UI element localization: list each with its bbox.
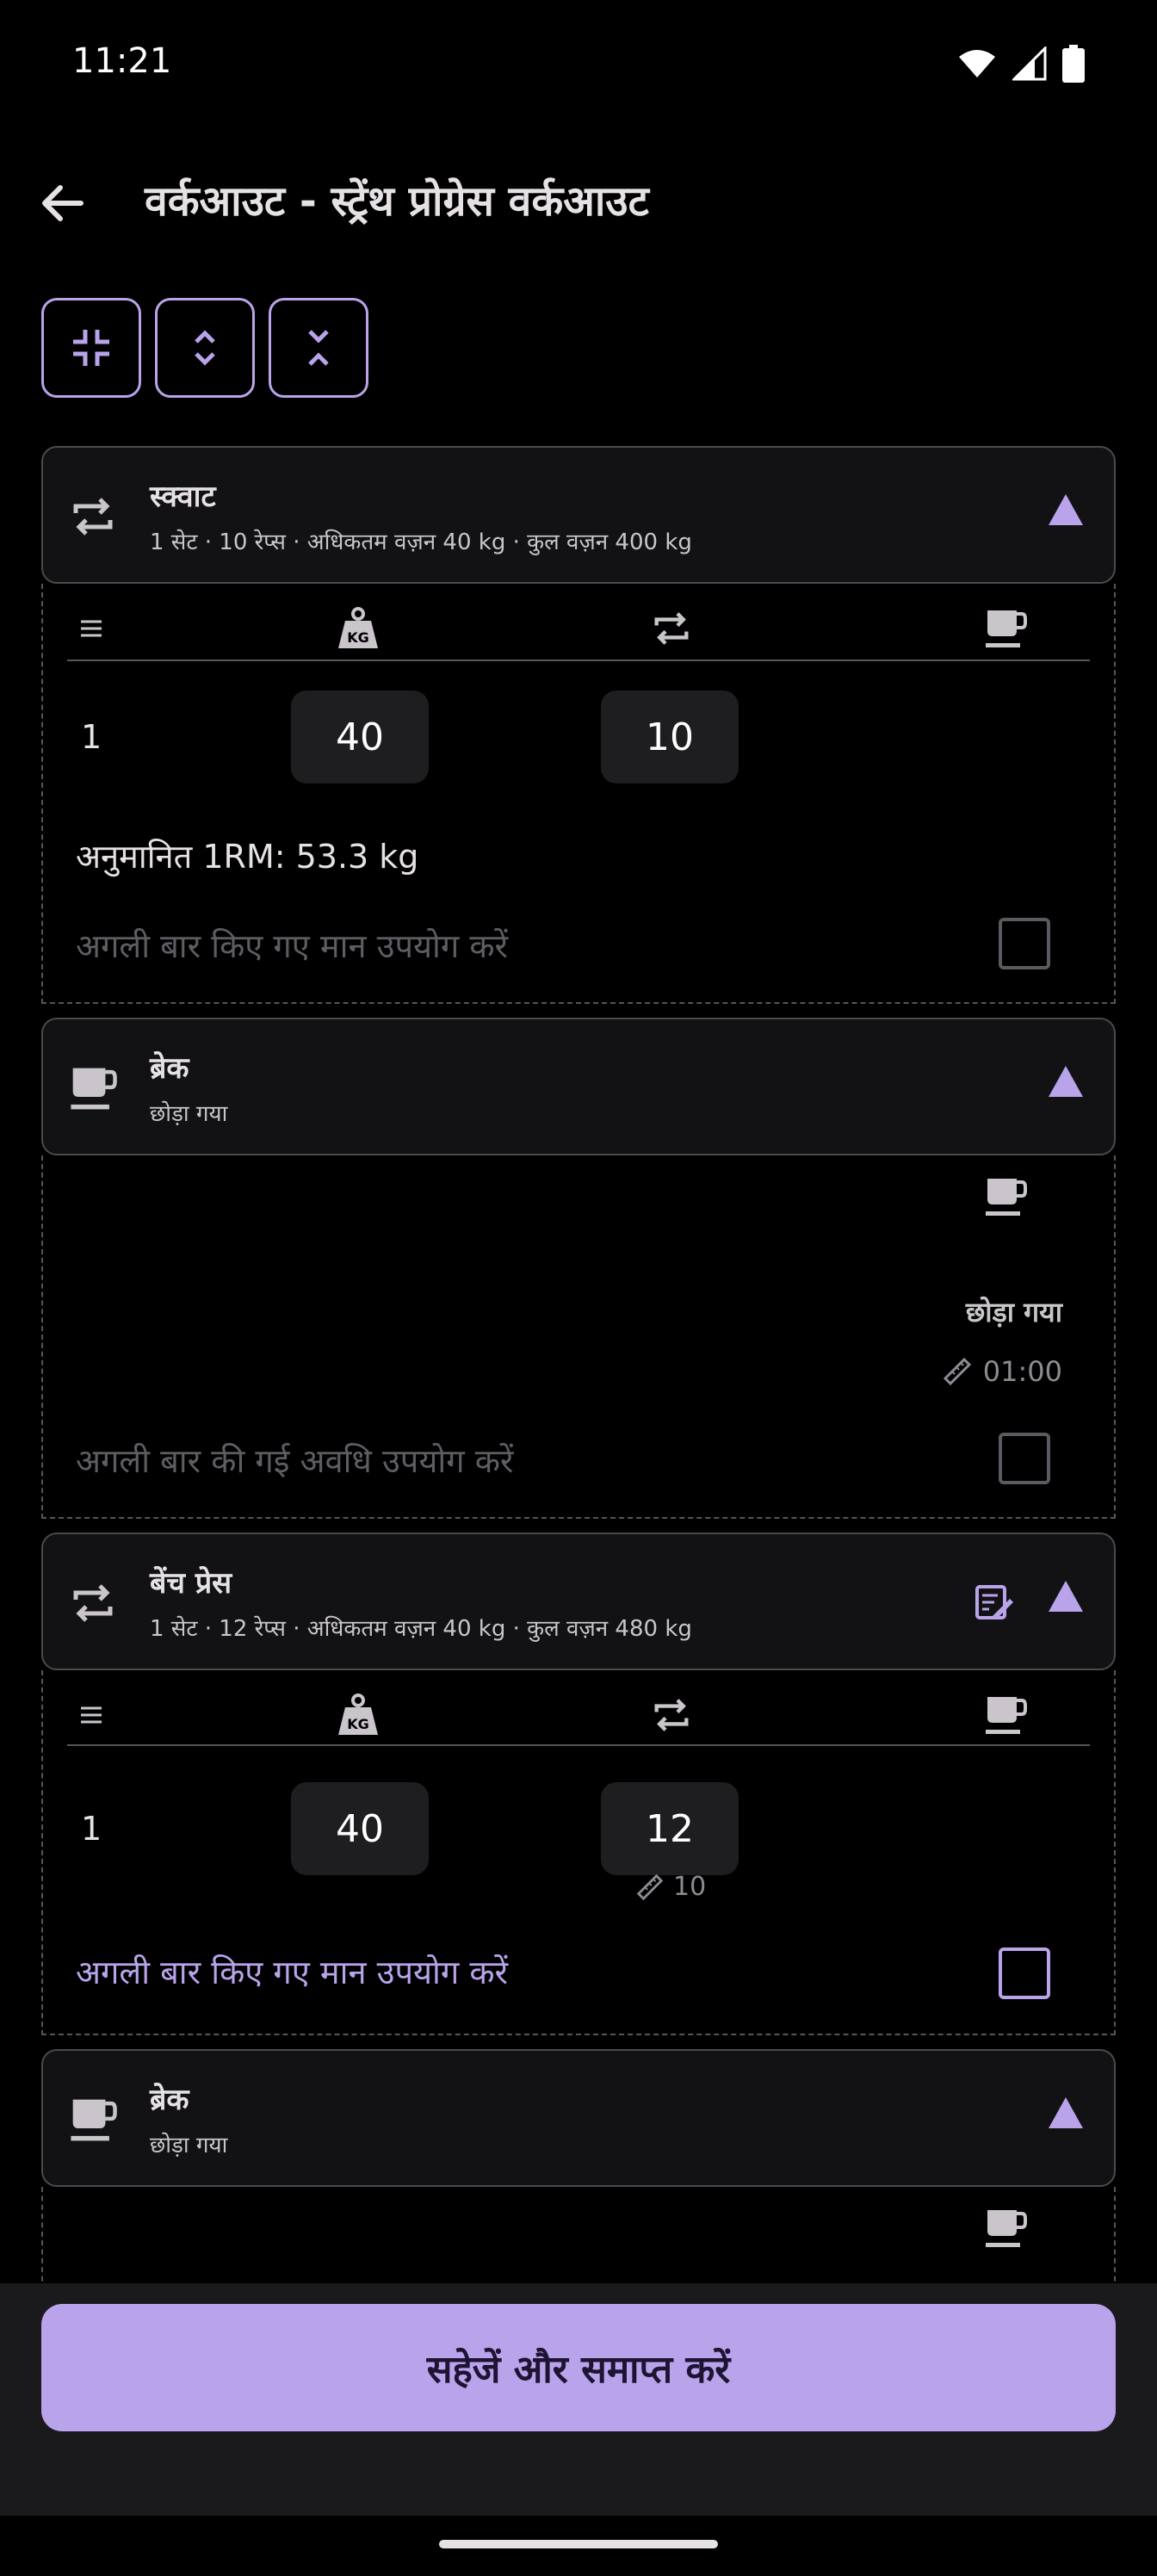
wifi-icon bbox=[959, 50, 995, 77]
break-title: ब्रेक bbox=[150, 1051, 189, 1086]
unfold-less-icon bbox=[308, 330, 329, 366]
signal-icon bbox=[1012, 46, 1047, 81]
list-icon bbox=[67, 1691, 115, 1739]
ruler-icon bbox=[636, 1873, 664, 1900]
break-card-2[interactable]: ब्रेक छोड़ा गया bbox=[41, 2049, 1116, 2187]
break-subtitle: छोड़ा गया bbox=[150, 1101, 228, 1127]
set-number: 1 bbox=[81, 718, 102, 756]
battery-icon bbox=[1062, 45, 1085, 83]
ruler-icon bbox=[943, 1357, 971, 1386]
repeat-icon bbox=[65, 1576, 121, 1631]
status-time: 11:21 bbox=[72, 41, 172, 81]
gesture-nav-handle[interactable] bbox=[439, 2540, 718, 2548]
repeat-icon bbox=[65, 489, 121, 544]
duration-value: 01:00 bbox=[982, 1355, 1062, 1388]
exercise-title: बेंच प्रेस bbox=[150, 1566, 232, 1601]
reps-input[interactable]: 10 bbox=[601, 690, 739, 783]
collapse-triangle-icon[interactable] bbox=[1049, 1581, 1083, 1612]
use-last-values-label: अगली बार किए गए मान उपयोग करें bbox=[76, 927, 509, 965]
svg-text:KG: KG bbox=[347, 1716, 369, 1732]
back-button[interactable] bbox=[31, 172, 93, 234]
collapse-triangle-icon[interactable] bbox=[1049, 2097, 1083, 2128]
coffee-icon bbox=[981, 604, 1030, 653]
break-panel-2 bbox=[41, 2187, 1116, 2290]
coffee-icon bbox=[981, 1173, 1030, 1221]
coffee-icon bbox=[65, 1061, 121, 1116]
save-and-finish-button[interactable]: सहेजें और समाप्त करें bbox=[41, 2304, 1116, 2431]
collapse-triangle-icon[interactable] bbox=[1049, 494, 1083, 525]
use-last-duration-checkbox[interactable] bbox=[999, 1433, 1050, 1484]
collapse-triangle-icon[interactable] bbox=[1049, 1066, 1083, 1097]
break-title: ब्रेक bbox=[150, 2083, 189, 2117]
exercise-title: स्क्वाट bbox=[150, 480, 216, 514]
edit-note-button[interactable] bbox=[971, 1579, 1019, 1627]
exercise-card-squat[interactable]: स्क्वाट 1 सेट · 10 रेप्स · अधिकतम वज़न 4… bbox=[41, 446, 1116, 584]
collapse-icon bbox=[73, 330, 109, 366]
exercise-summary: 1 सेट · 10 रेप्स · अधिकतम वज़न 40 kg · क… bbox=[150, 529, 692, 555]
break-subtitle: छोड़ा गया bbox=[150, 2133, 228, 2158]
break-status: छोड़ा गया bbox=[965, 1296, 1062, 1328]
coffee-icon bbox=[981, 1691, 1030, 1739]
list-icon bbox=[67, 604, 115, 653]
weight-input[interactable]: 40 bbox=[291, 1782, 429, 1875]
weight-input[interactable]: 40 bbox=[291, 690, 429, 783]
status-icons bbox=[957, 45, 1085, 83]
coffee-icon bbox=[65, 2092, 121, 2147]
use-last-values-checkbox[interactable] bbox=[999, 1947, 1050, 1999]
expand-all-button[interactable] bbox=[155, 298, 255, 398]
status-bar: 11:21 bbox=[0, 0, 1157, 129]
unfold-more-icon bbox=[195, 330, 215, 366]
unfold-less-button[interactable] bbox=[269, 298, 368, 398]
collapse-all-button[interactable] bbox=[41, 298, 141, 398]
reps-input[interactable]: 12 bbox=[601, 1782, 739, 1875]
page-title: वर्कआउट - स्ट्रेंथ प्रोग्रेस वर्कआउट bbox=[145, 177, 649, 226]
target-reps-value: 10 bbox=[673, 1872, 707, 1902]
svg-text:KG: KG bbox=[347, 629, 369, 646]
weight-icon: KG bbox=[334, 604, 382, 653]
break-duration: 01:00 bbox=[942, 1355, 1062, 1388]
weight-icon: KG bbox=[334, 1691, 382, 1739]
use-last-values-label: अगली बार किए गए मान उपयोग करें bbox=[76, 1954, 509, 1991]
table-divider bbox=[67, 659, 1090, 661]
use-last-values-checkbox[interactable] bbox=[999, 918, 1050, 969]
set-number: 1 bbox=[81, 1810, 102, 1848]
coffee-icon bbox=[981, 2204, 1030, 2252]
edit-note-icon bbox=[975, 1585, 1013, 1619]
table-divider bbox=[67, 1744, 1090, 1746]
exercise-card-bench-press[interactable]: बेंच प्रेस 1 सेट · 12 रेप्स · अधिकतम वज़… bbox=[41, 1533, 1116, 1670]
use-last-duration-label: अगली बार की गई अवधि उपयोग करें bbox=[76, 1442, 514, 1480]
target-reps: 10 bbox=[635, 1872, 706, 1902]
repeat-icon bbox=[647, 604, 696, 653]
exercise-summary: 1 सेट · 12 रेप्स · अधिकतम वज़न 40 kg · क… bbox=[150, 1616, 692, 1642]
break-card-1[interactable]: ब्रेक छोड़ा गया bbox=[41, 1018, 1116, 1155]
repeat-icon bbox=[647, 1691, 696, 1739]
arrow-back-icon bbox=[42, 185, 84, 221]
estimated-1rm: अनुमानित 1RM: 53.3 kg bbox=[76, 838, 419, 876]
